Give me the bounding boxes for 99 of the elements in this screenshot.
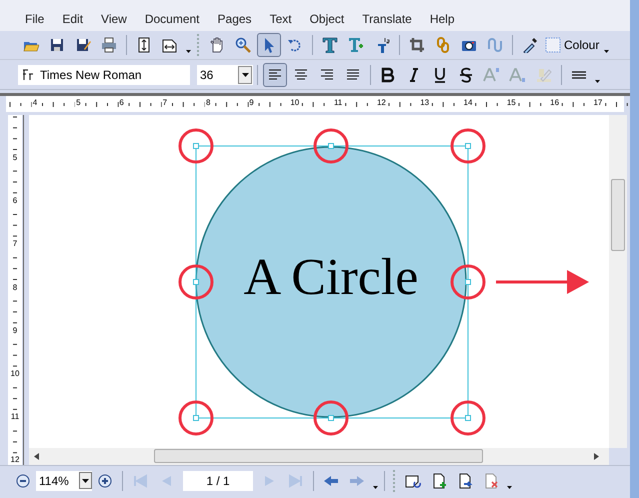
caret-icon — [604, 50, 609, 53]
ruler-number: 13 — [419, 97, 430, 109]
crop-icon — [409, 37, 425, 53]
align-right-icon — [319, 66, 335, 82]
menu-item[interactable]: Edit — [55, 10, 90, 28]
page-cross-icon — [483, 472, 499, 488]
align-center-icon — [293, 66, 309, 82]
caret-icon — [82, 478, 89, 482]
highlight-ring — [178, 128, 214, 164]
subscript-icon — [509, 66, 527, 82]
caret-icon — [594, 80, 600, 82]
menu-item[interactable]: Document — [138, 10, 207, 28]
hand-icon — [209, 37, 225, 53]
page-height-icon — [136, 37, 152, 53]
ruler-number: 7 — [162, 97, 168, 109]
resize-handle[interactable] — [465, 143, 471, 149]
page-width-icon — [162, 37, 178, 53]
ruler-number: 15 — [506, 97, 517, 109]
menu-item[interactable]: Pages — [210, 10, 259, 28]
vertical-scrollbar[interactable] — [609, 115, 627, 448]
ruler-number: 16 — [549, 97, 560, 109]
page-arrow-icon — [457, 472, 473, 488]
font-size-field[interactable]: 36 — [197, 64, 253, 84]
align-left-button[interactable] — [263, 62, 287, 86]
resize-handle[interactable] — [193, 415, 199, 421]
highlight-ring — [450, 400, 486, 436]
superscript-icon — [483, 66, 501, 82]
menu-item[interactable]: Text — [262, 10, 299, 28]
floppy-pencil-icon — [75, 37, 91, 53]
ruler-number: 10 — [289, 97, 300, 109]
scroll-thumb[interactable] — [154, 449, 483, 463]
text-object[interactable]: A Circle — [244, 248, 418, 308]
ruler-number: 12 — [8, 455, 22, 466]
resize-handle[interactable] — [328, 143, 334, 149]
scroll-thumb[interactable] — [611, 179, 625, 251]
strikethrough-icon — [459, 66, 473, 82]
ruler-number: 14 — [462, 97, 474, 109]
menu-item[interactable]: Object — [302, 10, 352, 28]
magnifier-icon — [235, 37, 251, 53]
page-plus-icon — [431, 472, 447, 488]
letter-t-plus-icon — [348, 37, 364, 53]
bold-icon — [381, 66, 395, 82]
underline-icon — [433, 66, 447, 82]
zoom-in-icon — [97, 472, 113, 488]
ruler-number: 8 — [204, 97, 212, 109]
first-page-icon — [132, 472, 148, 488]
page-number-field[interactable]: 1 / 1 — [183, 470, 253, 490]
zoom-field[interactable]: 114% — [36, 470, 92, 490]
font-family-field[interactable]: Times New Roman — [18, 64, 190, 84]
align-left-icon — [267, 66, 283, 82]
font-icon — [22, 68, 34, 80]
highlight-ring — [450, 128, 486, 164]
page-rotate-icon — [405, 472, 421, 488]
resize-handle[interactable] — [465, 279, 471, 285]
ruler-number: 9 — [248, 97, 255, 109]
scroll-left-arrow-icon[interactable] — [34, 453, 39, 460]
ruler-number: 11 — [332, 97, 344, 109]
highlight-ring — [314, 128, 348, 164]
printer-icon — [101, 37, 117, 53]
highlight-ring — [450, 264, 486, 300]
resize-handle[interactable] — [193, 279, 199, 285]
resize-handle[interactable] — [465, 415, 471, 421]
dropdown-button[interactable] — [238, 66, 252, 84]
caret-icon — [506, 486, 512, 488]
menu-item[interactable]: File — [18, 10, 52, 28]
highlight-ring — [314, 400, 348, 436]
caret-icon — [372, 486, 378, 488]
ruler-number: 6 — [118, 97, 125, 109]
highlight-ring — [178, 264, 214, 300]
dropdown-button[interactable] — [79, 472, 92, 489]
caret-icon — [186, 50, 190, 53]
eyedropper-icon — [522, 37, 538, 53]
justify-icon — [345, 66, 361, 82]
ruler-number: 10 — [8, 369, 22, 379]
menu-item[interactable]: Help — [422, 10, 462, 28]
letter-t-icon — [322, 37, 338, 53]
horizontal-scrollbar[interactable] — [29, 448, 609, 465]
zoom-out-icon — [15, 472, 31, 488]
select-tool-button[interactable] — [257, 33, 281, 57]
colour-button[interactable]: Colour — [543, 33, 602, 57]
curve-icon — [487, 37, 503, 53]
ruler-number: 5 — [75, 97, 82, 109]
scroll-right-arrow-icon[interactable] — [594, 453, 599, 460]
rotate-icon — [287, 37, 303, 53]
highlighter-icon — [536, 66, 552, 82]
ruler-number: 17 — [592, 97, 604, 109]
ruler-number: 4 — [32, 97, 38, 109]
resize-handle[interactable] — [328, 415, 334, 421]
caret-icon — [242, 72, 248, 76]
menu-item[interactable]: Translate — [355, 10, 419, 28]
highlight-ring — [178, 400, 214, 436]
ruler-number: 11 — [8, 412, 22, 422]
colour-swatch-icon — [545, 37, 561, 53]
chain-link-icon — [435, 37, 451, 53]
ruler-number: 12 — [376, 97, 387, 109]
resize-handle[interactable] — [193, 143, 199, 149]
menu-item[interactable]: View — [94, 10, 134, 28]
last-page-icon — [288, 472, 304, 488]
italic-icon — [407, 66, 421, 82]
